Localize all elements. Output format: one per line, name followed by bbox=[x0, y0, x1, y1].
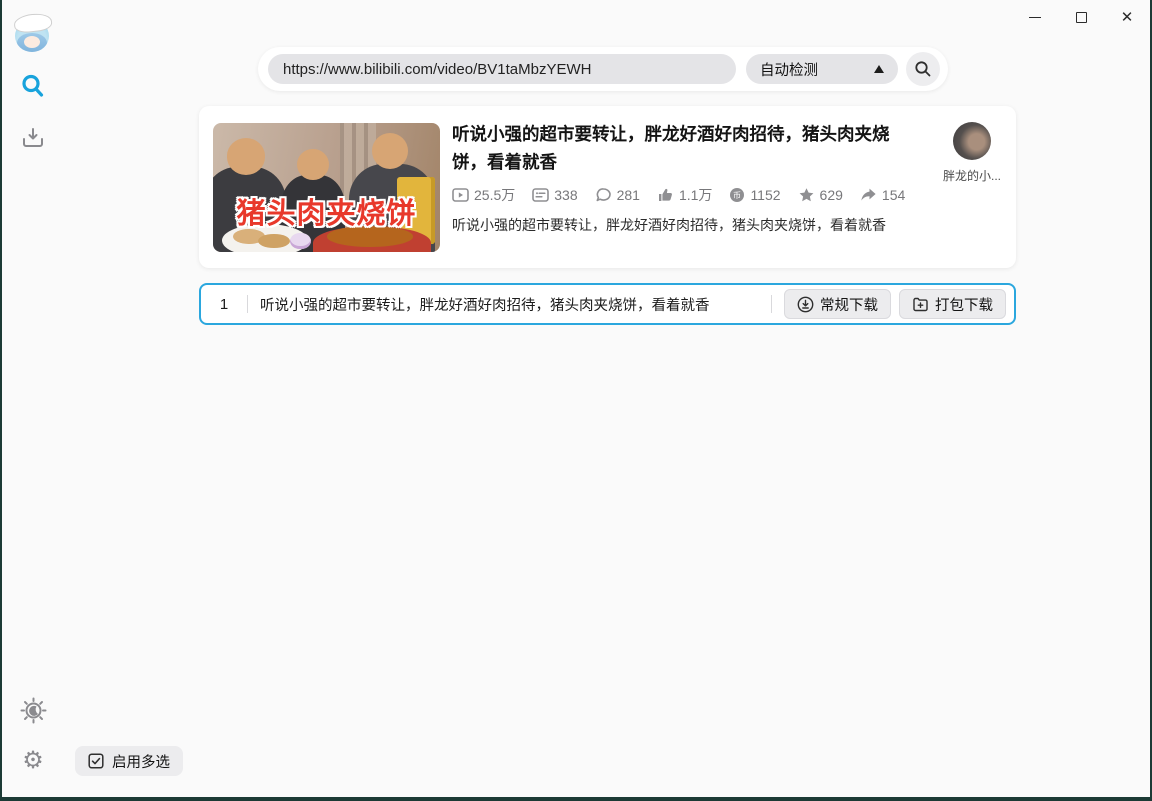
normal-download-label: 常规下载 bbox=[820, 297, 878, 314]
episode-title: 听说小强的超市要转让，胖龙好酒好肉招待，猪头肉夹烧饼，看着就香 bbox=[260, 297, 710, 314]
uploader-name: 胖龙的小... bbox=[942, 169, 1001, 183]
search-submit-icon bbox=[915, 61, 931, 77]
enable-multiselect-label: 启用多选 bbox=[112, 754, 170, 771]
close-button[interactable]: ✕ bbox=[1114, 4, 1140, 30]
sidebar: ⚙ bbox=[2, 0, 64, 801]
stat-value: 629 bbox=[819, 187, 843, 203]
stat-value: 1152 bbox=[750, 187, 781, 203]
desktop-edge-left bbox=[0, 0, 2, 801]
video-description: 听说小强的超市要转让，胖龙好酒好肉招待，猪头肉夹烧饼，看着就香 bbox=[452, 217, 886, 233]
video-result-card[interactable]: 猪头肉夹烧饼 听说小强的超市要转让，胖龙好酒好肉招待，猪头肉夹烧饼，看着就香 2… bbox=[199, 106, 1016, 268]
divider bbox=[771, 295, 772, 313]
stat-value: 25.5万 bbox=[474, 187, 516, 203]
stat-coin-count: 币 1152 bbox=[729, 187, 781, 203]
share-icon bbox=[861, 188, 876, 201]
site-detect-label: 自动检测 bbox=[760, 62, 818, 79]
danmaku-icon bbox=[532, 188, 550, 202]
normal-download-button[interactable]: 常规下载 bbox=[784, 289, 891, 319]
sidebar-item-search[interactable] bbox=[19, 72, 47, 100]
enable-multiselect-button[interactable]: 启用多选 bbox=[75, 746, 183, 776]
svg-text:币: 币 bbox=[733, 191, 741, 200]
gear-icon: ⚙ bbox=[22, 746, 44, 774]
comment-icon bbox=[596, 188, 611, 202]
desktop-edge-bottom bbox=[0, 797, 1152, 801]
download-circle-icon bbox=[797, 296, 814, 312]
favorite-icon bbox=[799, 188, 813, 202]
url-search-bar: 自动检测 bbox=[258, 47, 948, 91]
stat-danmaku-count: 338 bbox=[532, 187, 578, 203]
dropdown-arrow-up-icon bbox=[874, 65, 884, 73]
stat-share-count: 154 bbox=[860, 187, 905, 203]
episode-row-selected[interactable]: 1 听说小强的超市要转让，胖龙好酒好肉招待，猪头肉夹烧饼，看着就香 常规下载 打… bbox=[199, 283, 1016, 325]
video-info: 听说小强的超市要转让，胖龙好酒好肉招待，猪头肉夹烧饼，看着就香 25.5万 33… bbox=[452, 120, 914, 235]
stat-comment-count: 281 bbox=[595, 187, 640, 203]
window-controls: ✕ bbox=[1022, 4, 1140, 30]
uploader-avatar[interactable] bbox=[953, 122, 991, 160]
stat-play-count: 25.5万 bbox=[452, 185, 515, 205]
maximize-button[interactable] bbox=[1068, 4, 1094, 30]
sidebar-item-settings[interactable]: ⚙ bbox=[19, 746, 47, 774]
thumbnail-caption: 猪头肉夹烧饼 bbox=[236, 198, 417, 231]
sidebar-item-theme-toggle[interactable] bbox=[19, 696, 47, 724]
uploader[interactable]: 胖龙的小... bbox=[939, 122, 1005, 184]
thumbnail-decor bbox=[290, 232, 311, 250]
close-icon: ✕ bbox=[1120, 8, 1134, 26]
app-logo-decor bbox=[24, 36, 40, 48]
package-download-button[interactable]: 打包下载 bbox=[899, 289, 1006, 319]
package-add-icon bbox=[913, 297, 928, 311]
minimize-icon bbox=[1029, 16, 1041, 18]
stat-value: 281 bbox=[616, 187, 640, 203]
like-icon bbox=[658, 188, 672, 201]
theme-sun-moon-icon bbox=[20, 697, 46, 723]
video-title: 听说小强的超市要转让，胖龙好酒好肉招待，猪头肉夹烧饼，看着就香 bbox=[452, 124, 890, 172]
sidebar-item-downloads[interactable] bbox=[19, 124, 47, 152]
search-icon bbox=[22, 74, 44, 97]
stat-value: 154 bbox=[881, 187, 906, 203]
download-tray-icon bbox=[23, 128, 43, 147]
maximize-icon bbox=[1075, 11, 1087, 23]
minimize-button[interactable] bbox=[1022, 4, 1048, 30]
episode-index: 1 bbox=[219, 295, 229, 313]
stat-value: 338 bbox=[554, 187, 578, 203]
search-submit-button[interactable] bbox=[906, 52, 940, 86]
package-download-label: 打包下载 bbox=[935, 297, 993, 314]
coin-icon: 币 bbox=[730, 188, 745, 202]
video-thumbnail[interactable]: 猪头肉夹烧饼 bbox=[213, 123, 440, 252]
episode-actions: 常规下载 打包下载 bbox=[784, 289, 1006, 319]
stat-favorite-count: 629 bbox=[798, 187, 843, 203]
app-logo bbox=[13, 12, 53, 54]
url-input[interactable] bbox=[268, 54, 736, 84]
thumbnail-decor bbox=[226, 138, 266, 175]
play-count-icon bbox=[452, 188, 469, 202]
stat-value: 1.1万 bbox=[678, 187, 713, 203]
stat-like-count: 1.1万 bbox=[657, 185, 712, 205]
video-stats-row: 25.5万 338 281 1.1万 币 1152 629 154 bbox=[452, 185, 914, 205]
site-detect-dropdown[interactable]: 自动检测 bbox=[746, 54, 898, 84]
thumbnail-decor bbox=[296, 148, 329, 180]
checkbox-checked-icon bbox=[88, 753, 104, 769]
